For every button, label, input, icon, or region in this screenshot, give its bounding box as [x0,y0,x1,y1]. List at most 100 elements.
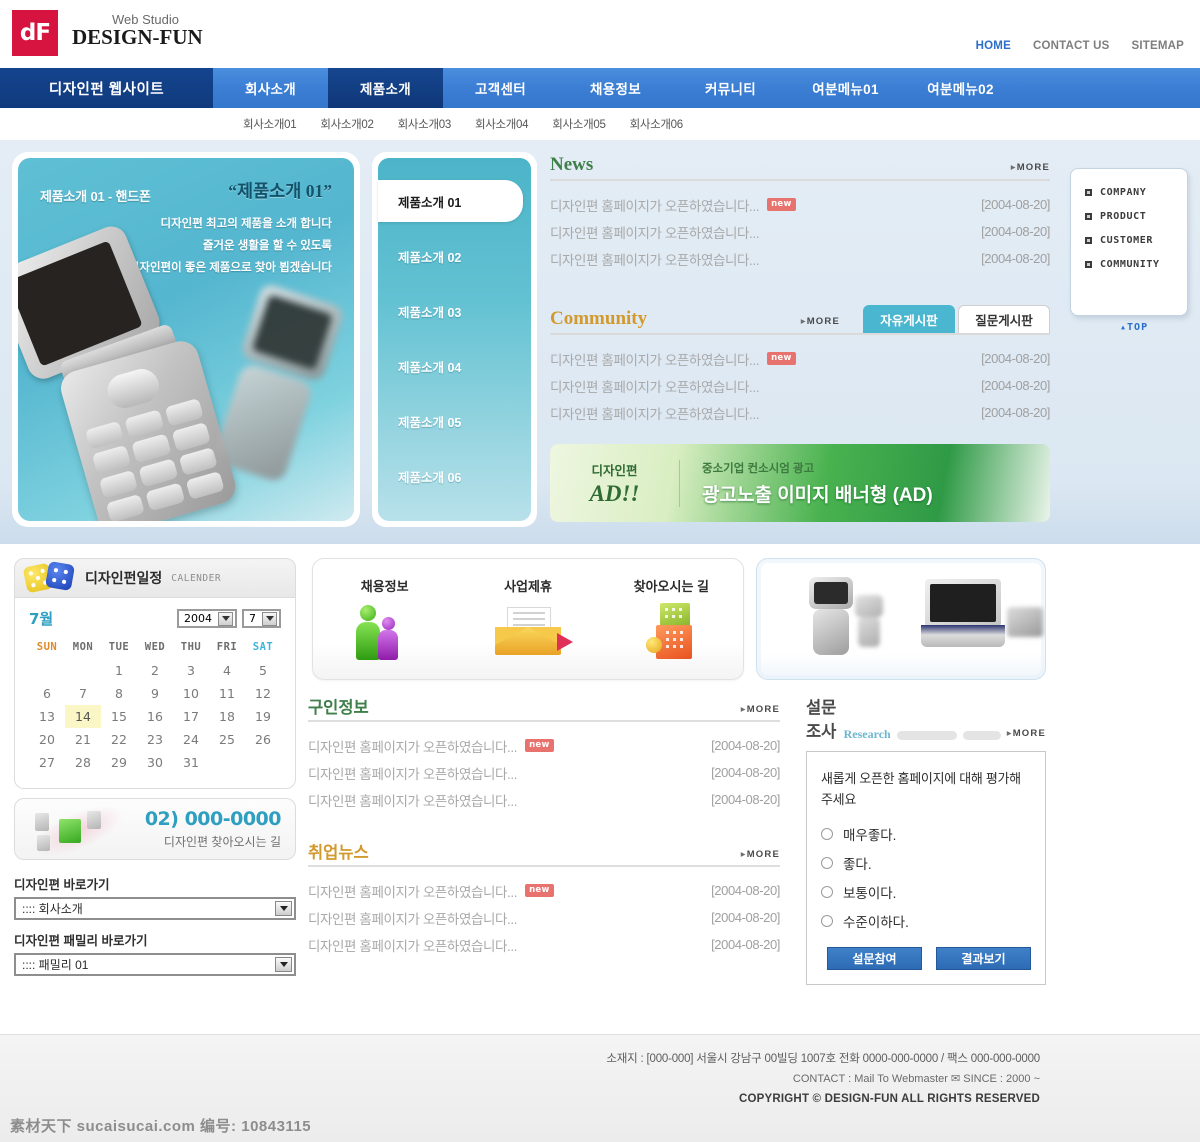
jobnews-row-text[interactable]: 디자인편 홈페이지가 오픈하였습니다... [308,935,517,955]
top-link-sitemap[interactable]: SITEMAP [1131,40,1184,52]
survey-submit-button[interactable]: 설문참여 [827,947,922,970]
ad-banner[interactable]: 디자인편 AD!! 중소기업 컨소시엄 광고 광고노출 이미지 배너형 (AD) [550,444,1050,522]
chevron-down-icon[interactable] [275,957,292,972]
chevron-down-icon[interactable] [262,611,277,626]
quick-link-customer[interactable]: CUSTOMER [1085,235,1187,246]
calendar-day[interactable]: 1 [101,659,137,682]
calendar-day[interactable]: 8 [101,682,137,705]
quick-link-community[interactable]: COMMUNITY [1085,259,1187,270]
calendar-day[interactable]: 27 [29,751,65,774]
community-row[interactable]: 디자인편 홈페이지가 오픈하였습니다... [2004-08-20] [550,399,1050,426]
calendar-day[interactable]: 11 [209,682,245,705]
tab-question-board[interactable]: 질문게시판 [958,305,1050,333]
nav-item-extra-02[interactable]: 여분메뉴02 [903,68,1018,108]
nav-item-community[interactable]: 커뮤니티 [673,68,788,108]
calendar-day[interactable]: 18 [209,705,245,728]
jobs-row-text[interactable]: 디자인편 홈페이지가 오픈하였습니다... [308,763,517,783]
community-row-text[interactable]: 디자인편 홈페이지가 오픈하였습니다... [550,376,759,396]
calendar-day[interactable]: 23 [137,728,173,751]
calendar-day[interactable]: 13 [29,705,65,728]
product-submenu-item-06[interactable]: 제품소개 06 [378,455,531,497]
nav-item-extra-01[interactable]: 여분메뉴01 [788,68,903,108]
jobnews-row-text[interactable]: 디자인편 홈페이지가 오픈하였습니다... [308,908,517,928]
jobnews-row[interactable]: 디자인편 홈페이지가 오픈하였습니다... [2004-08-20] [308,931,780,958]
survey-more-button[interactable]: MORE [1007,728,1046,742]
shortcut-select-1[interactable]: :::: 회사소개 [14,897,296,920]
calendar-day[interactable] [65,659,101,682]
calendar-day[interactable]: 19 [245,705,281,728]
jobnews-more-button[interactable]: MORE [741,849,780,863]
calendar-day[interactable]: 22 [101,728,137,751]
subnav-item-04[interactable]: 회사소개04 [475,116,529,132]
quick-link-company[interactable]: COMPANY [1085,187,1187,198]
news-row-text[interactable]: 디자인편 홈페이지가 오픈하였습니다... [550,249,759,269]
product-submenu-item-04[interactable]: 제품소개 04 [378,345,531,387]
calendar-month-select[interactable]: 7 [242,609,281,628]
news-more-button[interactable]: MORE [1011,162,1050,176]
calendar-day[interactable] [209,751,245,774]
product-submenu-item-01[interactable]: 제품소개 01 [378,180,523,222]
calendar-day[interactable]: 30 [137,751,173,774]
community-row[interactable]: 디자인편 홈페이지가 오픈하였습니다... [2004-08-20] [550,372,1050,399]
jobnews-row-text[interactable]: 디자인편 홈페이지가 오픈하였습니다... [308,881,517,901]
quick-service-partnership[interactable]: 사업제휴 [463,576,593,663]
calendar-day[interactable]: 7 [65,682,101,705]
calendar-day[interactable]: 26 [245,728,281,751]
news-row[interactable]: 디자인편 홈페이지가 오픈하였습니다... [2004-08-20] [550,218,1050,245]
product-submenu-item-05[interactable]: 제품소개 05 [378,400,531,442]
calendar-day[interactable]: 15 [101,705,137,728]
community-more-button[interactable]: MORE [801,316,840,330]
news-row[interactable]: 디자인편 홈페이지가 오픈하였습니다... [2004-08-20] [550,245,1050,272]
calendar-day-today[interactable]: 14 [65,705,101,728]
radio-icon[interactable] [821,915,833,927]
community-row[interactable]: 디자인편 홈페이지가 오픈하였습니다... new [2004-08-20] [550,345,1050,372]
quick-service-directions[interactable]: 찾아오시는 길 [606,576,736,663]
jobnews-row[interactable]: 디자인편 홈페이지가 오픈하였습니다... new [2004-08-20] [308,877,780,904]
radio-icon[interactable] [821,828,833,840]
jobs-row[interactable]: 디자인편 홈페이지가 오픈하였습니다... [2004-08-20] [308,786,780,813]
calendar-day[interactable]: 21 [65,728,101,751]
community-row-text[interactable]: 디자인편 홈페이지가 오픈하였습니다... [550,349,759,369]
calendar-day[interactable]: 9 [137,682,173,705]
calendar-day[interactable]: 12 [245,682,281,705]
jobs-row[interactable]: 디자인편 홈페이지가 오픈하였습니다... new [2004-08-20] [308,732,780,759]
news-row[interactable]: 디자인편 홈페이지가 오픈하였습니다... new [2004-08-20] [550,191,1050,218]
quick-link-product[interactable]: PRODUCT [1085,211,1187,222]
calendar-day[interactable]: 10 [173,682,209,705]
top-link-contact-us[interactable]: CONTACT US [1033,40,1110,52]
scroll-to-top-button[interactable]: TOP [1120,322,1148,333]
contact-info-box[interactable]: 02) 000-0000 디자인편 찾아오시는 길 [14,798,296,860]
calendar-day[interactable]: 4 [209,659,245,682]
tab-free-board[interactable]: 자유게시판 [863,305,955,333]
calendar-day[interactable]: 17 [173,705,209,728]
news-row-text[interactable]: 디자인편 홈페이지가 오픈하였습니다... [550,222,759,242]
jobs-row-text[interactable]: 디자인편 홈페이지가 오픈하였습니다... [308,790,517,810]
calendar-day[interactable] [245,751,281,774]
nav-item-customer-center[interactable]: 고객센터 [443,68,558,108]
top-link-home[interactable]: HOME [976,40,1011,52]
survey-option-2[interactable]: 좋다. [821,853,1031,873]
nav-item-recruit[interactable]: 채용정보 [558,68,673,108]
survey-option-3[interactable]: 보통이다. [821,882,1031,902]
calendar-day[interactable]: 29 [101,751,137,774]
nav-item-company[interactable]: 회사소개 [213,68,328,108]
site-logo[interactable]: dF Web Studio DESIGN-FUN [12,10,203,56]
product-submenu-item-02[interactable]: 제품소개 02 [378,235,531,277]
news-row-text[interactable]: 디자인편 홈페이지가 오픈하였습니다... [550,195,759,215]
chevron-down-icon[interactable] [218,611,233,626]
subnav-item-01[interactable]: 회사소개01 [243,116,297,132]
nav-item-product[interactable]: 제품소개 [328,68,443,108]
product-photo-banner[interactable] [756,558,1046,680]
calendar-year-select[interactable]: 2004 [177,609,237,628]
community-row-text[interactable]: 디자인편 홈페이지가 오픈하였습니다... [550,403,759,423]
jobnews-row[interactable]: 디자인편 홈페이지가 오픈하였습니다... [2004-08-20] [308,904,780,931]
calendar-day[interactable]: 2 [137,659,173,682]
nav-brand[interactable]: 디자인펀 웹사이트 [0,68,213,108]
calendar-day[interactable]: 5 [245,659,281,682]
subnav-item-05[interactable]: 회사소개05 [552,116,606,132]
quick-service-recruit[interactable]: 채용정보 [320,576,450,663]
jobs-more-button[interactable]: MORE [741,704,780,718]
radio-icon[interactable] [821,857,833,869]
calendar-day[interactable] [29,659,65,682]
calendar-day[interactable]: 25 [209,728,245,751]
